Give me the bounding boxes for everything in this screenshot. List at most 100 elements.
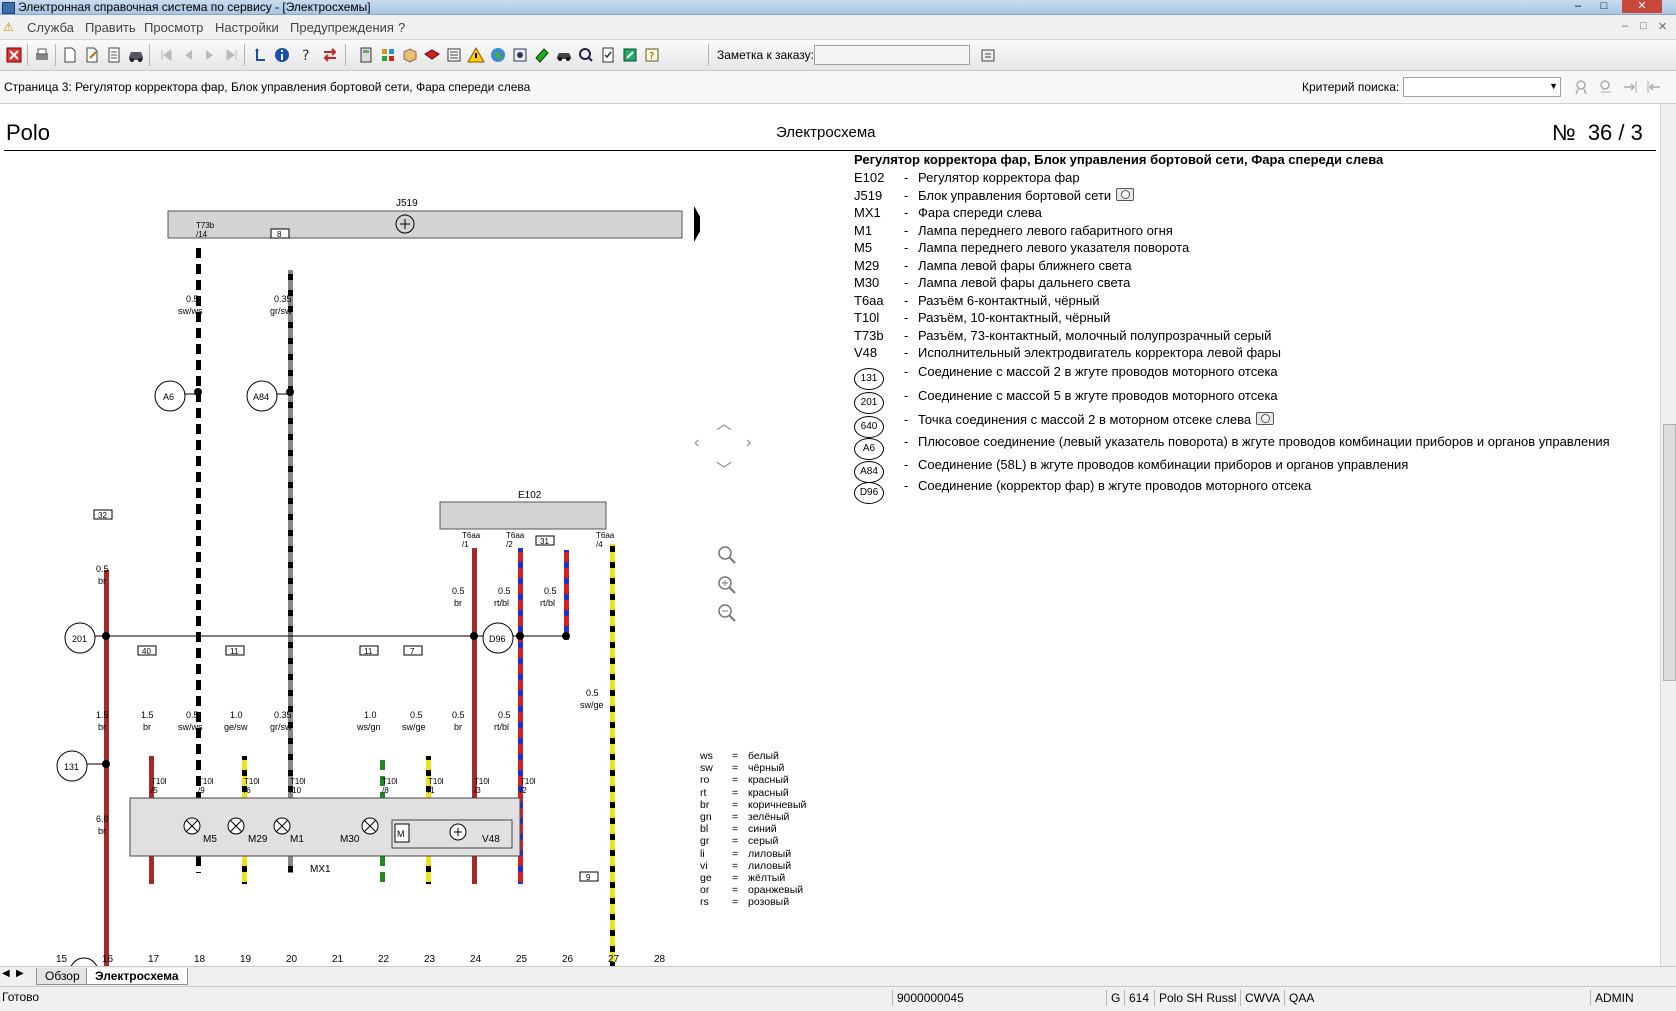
question-doc-icon[interactable]: ? xyxy=(642,45,662,65)
svg-text:gr/sw: gr/sw xyxy=(270,722,292,732)
svg-text:0.5: 0.5 xyxy=(586,688,599,698)
pan-up-icon[interactable]: ︿ xyxy=(716,410,732,434)
menu-warnings[interactable]: Предупреждения xyxy=(290,20,394,35)
exit-icon[interactable] xyxy=(4,45,24,65)
status-bar: Готово 9000000045 G 614 Polo SH Russl CW… xyxy=(0,986,1676,1011)
parts-icon[interactable] xyxy=(378,45,398,65)
zoom-fit-icon[interactable] xyxy=(716,544,738,566)
search-icon[interactable] xyxy=(1572,77,1592,97)
page-info-bar: Страница 3: Регулятор корректора фар, Бл… xyxy=(0,71,1676,104)
column-number: 15 xyxy=(56,954,68,965)
close-button[interactable]: ✕ xyxy=(1622,0,1662,13)
help-icon[interactable]: ? xyxy=(296,45,316,65)
ref-131: 131 xyxy=(64,762,79,772)
color-key-row: gn = зелёный xyxy=(700,811,790,823)
order-note-label: Заметка к заказу: xyxy=(717,48,814,62)
book-icon[interactable] xyxy=(422,45,442,65)
svg-text:V48: V48 xyxy=(482,834,500,845)
menu-view[interactable]: Просмотр xyxy=(144,20,203,35)
svg-text:T10l: T10l xyxy=(198,777,214,786)
menu-edit[interactable]: Править xyxy=(85,20,136,35)
menu-settings[interactable]: Настройки xyxy=(215,20,279,35)
first-page-icon[interactable] xyxy=(156,45,176,65)
tools-icon[interactable] xyxy=(620,45,640,65)
last-page-icon[interactable] xyxy=(222,45,242,65)
note-edit-icon[interactable] xyxy=(978,45,998,65)
mdi-close-button[interactable]: ✕ xyxy=(1658,20,1667,33)
svg-text:6.0: 6.0 xyxy=(96,814,109,824)
svg-text:T10l: T10l xyxy=(290,777,306,786)
tab-scroll-left-icon[interactable]: ◀ xyxy=(2,968,10,979)
schematic-view: Polo Электросхема № 36 / 3 Регулятор кор… xyxy=(0,104,1660,966)
car-diagnostic-icon[interactable] xyxy=(554,45,574,65)
mdi-restore-button[interactable]: □ xyxy=(1640,20,1647,32)
svg-text:0.5: 0.5 xyxy=(498,710,511,720)
minimize-button[interactable]: – xyxy=(1566,0,1590,13)
wiring-diagram: J519 A6 A84 201 131 640 D96 xyxy=(56,198,700,966)
tab-schematic[interactable]: Электросхема xyxy=(86,968,188,985)
column-number: 17 xyxy=(148,954,160,965)
color-key-row: sw = чёрный xyxy=(700,762,785,775)
status-engine: CWVA xyxy=(1240,990,1285,1006)
svg-text:1.0: 1.0 xyxy=(230,710,243,720)
order-note-input[interactable] xyxy=(814,45,970,65)
search-criteria-label: Критерий поиска: xyxy=(1302,80,1400,94)
info-icon[interactable] xyxy=(272,45,292,65)
svg-text:?: ? xyxy=(302,48,309,64)
next-page-icon[interactable] xyxy=(200,45,220,65)
svg-text:/1: /1 xyxy=(428,786,435,795)
search-criteria-select[interactable]: ▼ xyxy=(1403,77,1561,97)
green-book-icon[interactable] xyxy=(532,45,552,65)
ref-a6: A6 xyxy=(163,392,174,402)
pan-down-icon[interactable]: ﹀ xyxy=(716,456,732,480)
package-icon[interactable] xyxy=(400,45,420,65)
tab-overview[interactable]: Обзор xyxy=(36,968,89,985)
svg-text:T10l: T10l xyxy=(474,777,490,786)
checklist-icon[interactable] xyxy=(598,45,618,65)
zoom-in-icon[interactable] xyxy=(716,574,738,596)
title-bar: Электронная справочная система по сервис… xyxy=(0,0,1676,15)
expand-icon[interactable] xyxy=(1644,77,1664,97)
color-key-row: li = лиловый xyxy=(700,847,792,860)
camera-icon[interactable] xyxy=(1116,188,1135,201)
menu-help[interactable]: ? xyxy=(398,20,405,35)
camera-icon[interactable] xyxy=(1256,412,1275,425)
document-list-icon[interactable] xyxy=(104,45,124,65)
status-user: ADMIN xyxy=(1590,990,1675,1006)
maximize-button[interactable]: □ xyxy=(1592,0,1616,13)
search-doc-icon[interactable] xyxy=(576,45,596,65)
scrollbar-thumb[interactable] xyxy=(1663,424,1676,681)
zoom-out-icon[interactable] xyxy=(716,602,738,624)
column-number: 25 xyxy=(516,954,528,965)
svg-text:40: 40 xyxy=(142,647,151,656)
jump-icon[interactable] xyxy=(250,45,270,65)
mdi-minimize-button[interactable]: – xyxy=(1622,20,1628,32)
edit-document-icon[interactable] xyxy=(82,45,102,65)
column-numbers: 15 16 17 18 19 20 21 22 23 24 25 26 27 28 xyxy=(56,954,666,965)
svg-text:7: 7 xyxy=(410,647,415,656)
pan-right-icon[interactable]: › xyxy=(746,434,751,452)
color-key-row: br = коричневый xyxy=(700,798,807,811)
j519-label: J519 xyxy=(396,198,418,209)
vehicle-icon[interactable] xyxy=(126,45,146,65)
new-document-icon[interactable] xyxy=(60,45,80,65)
vertical-scrollbar[interactable] xyxy=(1660,104,1676,966)
list-icon[interactable] xyxy=(444,45,464,65)
e102-label: E102 xyxy=(518,490,542,501)
menu-service[interactable]: Служба xyxy=(27,20,74,35)
svg-text:T6aa: T6aa xyxy=(462,531,481,540)
search-next-icon[interactable] xyxy=(1596,77,1616,97)
calculator-icon[interactable] xyxy=(356,45,376,65)
settings-doc-icon[interactable] xyxy=(510,45,530,65)
svg-text:ws/gn: ws/gn xyxy=(356,722,381,732)
globe-icon[interactable] xyxy=(488,45,508,65)
previous-page-icon[interactable] xyxy=(178,45,198,65)
warning-tool-icon[interactable] xyxy=(466,45,486,65)
collapse-icon[interactable] xyxy=(1620,77,1640,97)
color-key-row: rt = красный xyxy=(700,786,789,799)
swap-icon[interactable] xyxy=(320,45,340,65)
status-model: Polo SH Russl xyxy=(1154,990,1245,1006)
toolbar: ? ? Заметка к заказу: xyxy=(0,40,1676,71)
tab-scroll-right-icon[interactable]: ▶ xyxy=(16,968,24,979)
print-icon[interactable] xyxy=(32,45,52,65)
